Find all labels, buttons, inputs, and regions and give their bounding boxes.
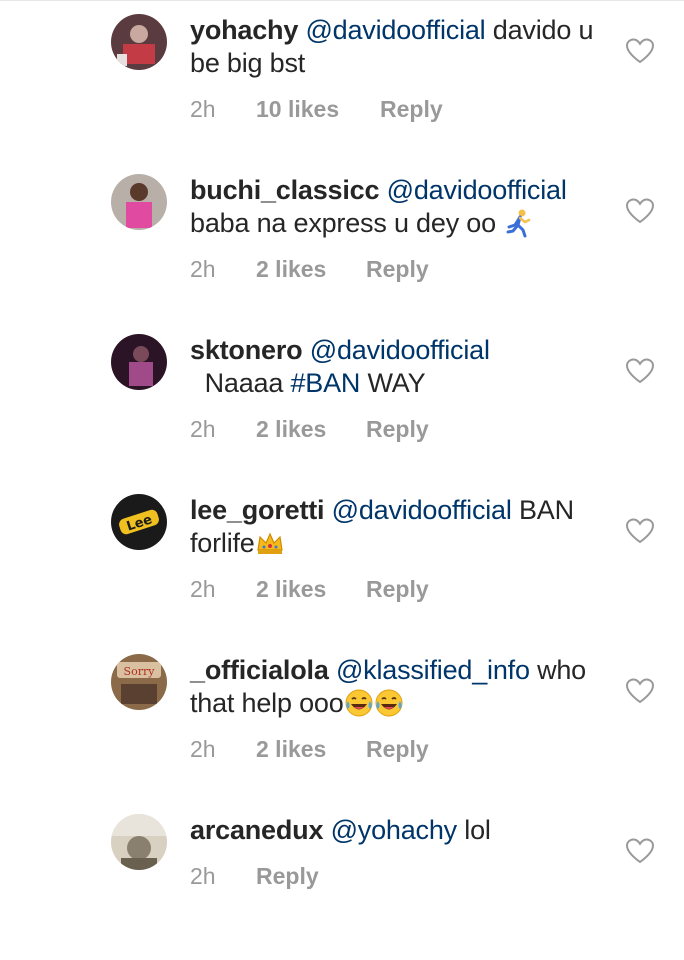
- comment-text: buchi_classicc @davidoofficial baba na e…: [190, 174, 600, 240]
- comment-body-end: WAY: [360, 368, 426, 398]
- avatar[interactable]: [111, 814, 167, 870]
- comment-item: yohachy @davidoofficial davido u be big …: [0, 0, 684, 160]
- tears-of-joy-emoji: [344, 688, 374, 718]
- svg-text:Sorry: Sorry: [124, 665, 156, 678]
- comment-mention[interactable]: @klassified_info: [336, 655, 530, 685]
- comment-time: 2h: [190, 96, 216, 122]
- reply-button[interactable]: Reply: [366, 734, 429, 764]
- comment-text: sktonero @davidoofficial Naaaa #BAN WAY: [190, 334, 600, 400]
- comment-time: 2h: [190, 256, 216, 282]
- comment-mention[interactable]: @davidoofficial: [310, 335, 490, 365]
- comment-mention[interactable]: @davidoofficial: [387, 175, 567, 205]
- comment-item: buchi_classicc @davidoofficial baba na e…: [0, 160, 684, 320]
- comment-item: Sorry _officialola @klassified_info who …: [0, 640, 684, 800]
- crown-emoji: [255, 528, 285, 558]
- comment-text: _officialola @klassified_info who that h…: [190, 654, 600, 720]
- reply-button[interactable]: Reply: [366, 574, 429, 604]
- reply-button[interactable]: Reply: [366, 414, 429, 444]
- comment-body: Naaaa: [190, 368, 291, 398]
- comment-text: lee_goretti @davidoofficial BAN forlife: [190, 494, 600, 560]
- reply-button[interactable]: Reply: [366, 254, 429, 284]
- comment-body: lol: [456, 815, 491, 845]
- tears-of-joy-emoji: [374, 688, 404, 718]
- comment-text: yohachy @davidoofficial davido u be big …: [190, 14, 600, 80]
- comment-mention[interactable]: @yohachy: [331, 815, 458, 845]
- comment-username[interactable]: sktonero: [190, 335, 303, 365]
- heart-icon[interactable]: [626, 838, 654, 864]
- avatar[interactable]: Lee: [111, 494, 167, 550]
- comment-time: 2h: [190, 576, 216, 602]
- comment-item: arcanedux @yohachy lol 2h Reply: [0, 800, 684, 960]
- heart-icon[interactable]: [626, 38, 654, 64]
- heart-icon[interactable]: [626, 518, 654, 544]
- heart-icon[interactable]: [626, 678, 654, 704]
- avatar[interactable]: Sorry: [111, 654, 167, 710]
- comment-likes[interactable]: 2 likes: [256, 254, 326, 284]
- heart-icon[interactable]: [626, 198, 654, 224]
- comment-username[interactable]: buchi_classicc: [190, 175, 380, 205]
- comment-time: 2h: [190, 863, 216, 889]
- avatar[interactable]: [111, 334, 167, 390]
- runner-emoji: [503, 208, 533, 238]
- comment-hashtag[interactable]: #BAN: [290, 368, 360, 398]
- avatar[interactable]: [111, 174, 167, 230]
- comment-likes[interactable]: 2 likes: [256, 734, 326, 764]
- comment-username[interactable]: arcanedux: [190, 815, 323, 845]
- reply-button[interactable]: Reply: [380, 94, 443, 124]
- comment-mention[interactable]: @davidoofficial: [305, 15, 485, 45]
- comment-text: arcanedux @yohachy lol: [190, 814, 600, 847]
- comment-mention[interactable]: @davidoofficial: [332, 495, 512, 525]
- heart-icon[interactable]: [626, 358, 654, 384]
- comment-likes[interactable]: 10 likes: [256, 94, 339, 124]
- comment-body: baba na express u dey oo: [190, 208, 504, 238]
- comment-time: 2h: [190, 736, 216, 762]
- comment-username[interactable]: _officialola: [190, 655, 329, 685]
- comment-time: 2h: [190, 416, 216, 442]
- reply-button[interactable]: Reply: [256, 861, 319, 891]
- comment-item: sktonero @davidoofficial Naaaa #BAN WAY …: [0, 320, 684, 480]
- avatar[interactable]: [111, 14, 167, 70]
- comment-username[interactable]: yohachy: [190, 15, 298, 45]
- comment-likes[interactable]: 2 likes: [256, 414, 326, 444]
- comment-item: Lee lee_goretti @davidoofficial BAN forl…: [0, 480, 684, 640]
- comment-username[interactable]: lee_goretti: [190, 495, 325, 525]
- comment-likes[interactable]: 2 likes: [256, 574, 326, 604]
